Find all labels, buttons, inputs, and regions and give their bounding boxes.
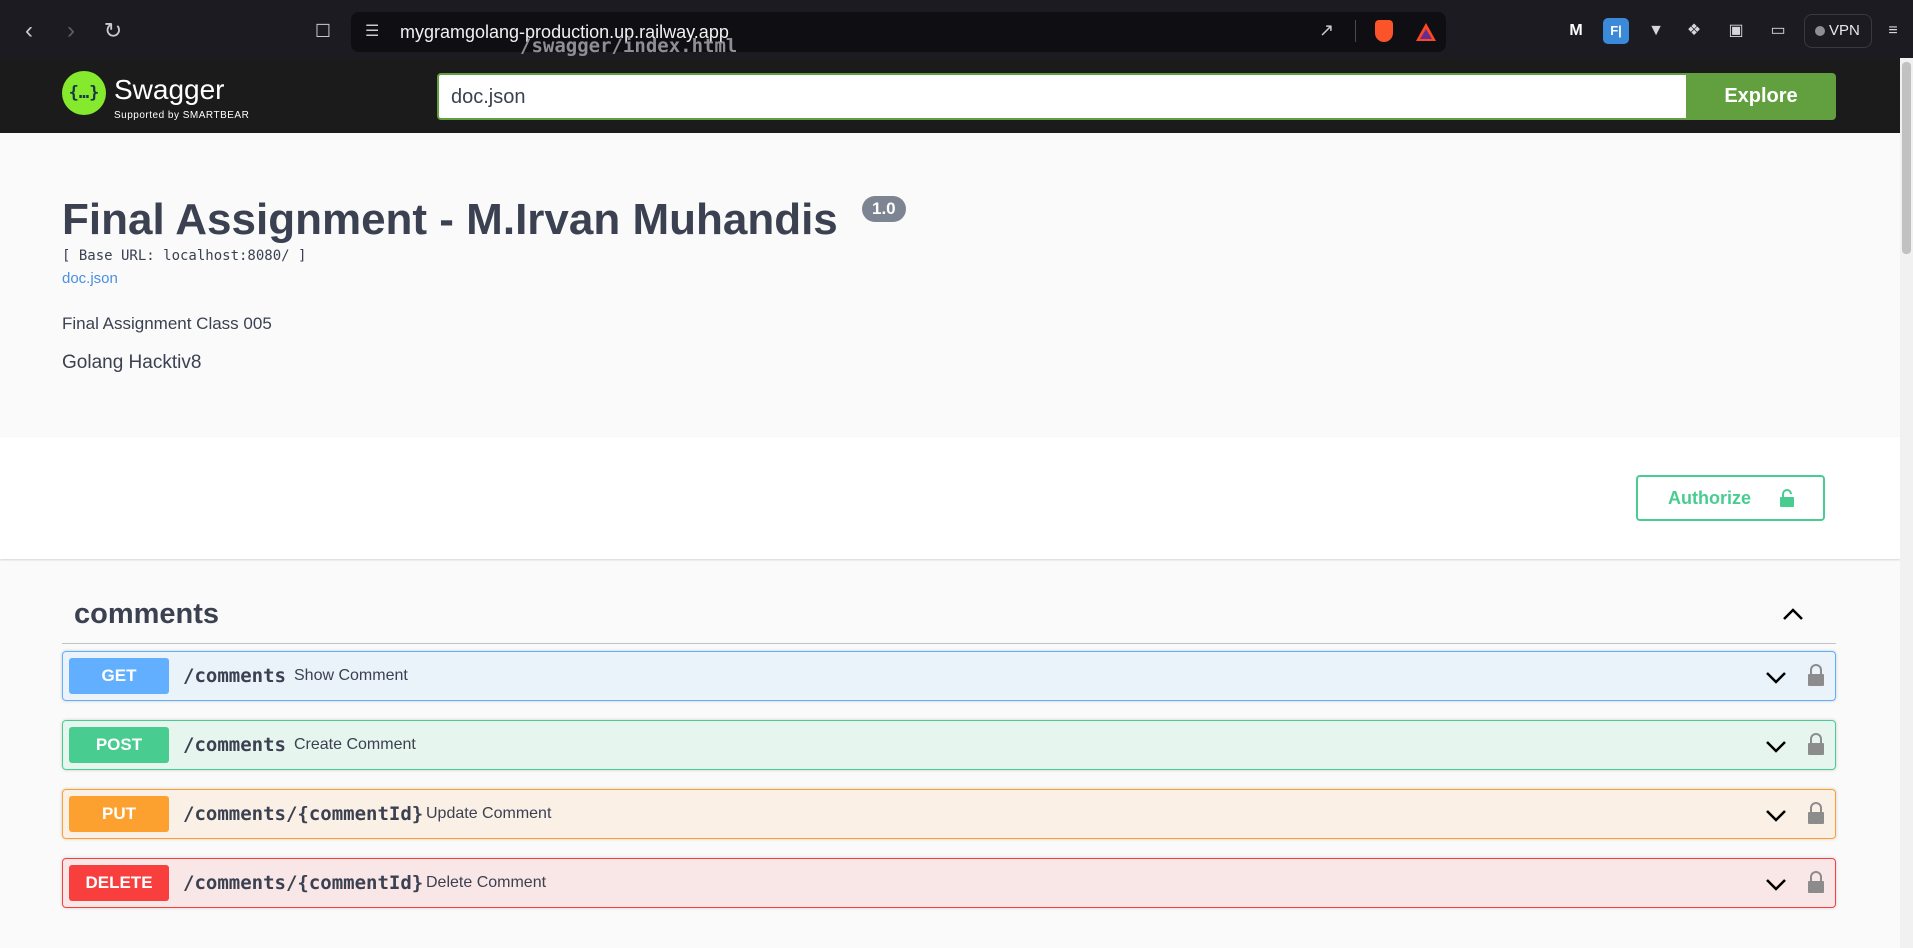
operation-path: /comments (183, 734, 286, 756)
api-title: Final Assignment - M.Irvan Muhandis (62, 195, 838, 244)
bookmark-icon[interactable]: ☐ (306, 14, 340, 48)
operation-delete-comment[interactable]: DELETE /comments/{commentId} Delete Comm… (62, 858, 1836, 908)
vue-devtools-icon[interactable]: ▼ (1643, 18, 1669, 44)
url-text[interactable]: mygramgolang-production.up.railway.app/s… (400, 22, 737, 57)
tag-section-comments: comments GET /comments Show Comment POST… (62, 584, 1836, 908)
api-description: Final Assignment Class 005 (62, 314, 272, 333)
operation-summary: Delete Comment (426, 874, 547, 891)
share-icon[interactable]: ↗ (1319, 20, 1334, 41)
brave-rewards-icon[interactable] (1415, 22, 1437, 42)
method-badge: POST (69, 727, 169, 763)
base-url: [ Base URL: localhost:8080/ ] (62, 248, 307, 264)
method-badge: DELETE (69, 865, 169, 901)
lock-icon[interactable] (1807, 732, 1825, 756)
chevron-down-icon[interactable] (1765, 873, 1787, 895)
extensions-icon[interactable]: ❖ (1681, 18, 1707, 44)
wallet-icon[interactable]: ▭ (1765, 18, 1791, 44)
address-bar[interactable]: ☰ mygramgolang-production.up.railway.app… (351, 12, 1446, 57)
operation-put-comment[interactable]: PUT /comments/{commentId} Update Comment (62, 789, 1836, 839)
operation-post-comments[interactable]: POST /comments Create Comment (62, 720, 1836, 770)
logo-subtitle: Supported by SMARTBEAR (114, 110, 250, 121)
spec-url-input[interactable]: doc.json (437, 73, 1688, 120)
authorize-label: Authorize (1668, 488, 1751, 508)
unlock-icon (1780, 489, 1794, 507)
operation-summary: Create Comment (294, 736, 416, 753)
lock-icon[interactable] (1807, 870, 1825, 894)
reload-icon[interactable]: ↻ (96, 14, 130, 48)
version-badge: 1.0 (862, 196, 906, 222)
chevron-up-icon[interactable] (1782, 604, 1804, 626)
operation-summary: Update Comment (426, 805, 552, 822)
forward-icon[interactable]: › (54, 14, 88, 48)
operation-get-comments[interactable]: GET /comments Show Comment (62, 651, 1836, 701)
api-description-secondary: Golang Hacktiv8 (62, 352, 202, 373)
brave-shields-icon[interactable] (1375, 20, 1393, 42)
method-badge: GET (69, 658, 169, 694)
menu-icon[interactable]: ≡ (1880, 18, 1906, 44)
site-settings-icon[interactable]: ☰ (365, 21, 385, 41)
url-path: /swagger/index.html (520, 35, 738, 57)
api-info: Final Assignment - M.Irvan Muhandis 1.0 … (0, 133, 1900, 437)
explore-button[interactable]: Explore (1686, 73, 1836, 120)
back-icon[interactable]: ‹ (12, 14, 46, 48)
page-scrollbar[interactable] (1900, 58, 1913, 948)
scrollbar-thumb[interactable] (1902, 62, 1911, 254)
lock-icon[interactable] (1807, 663, 1825, 687)
lock-icon[interactable] (1807, 801, 1825, 825)
tag-header[interactable]: comments (62, 584, 1836, 644)
operation-path: /comments/{commentId} (183, 803, 424, 825)
authorize-button[interactable]: Authorize (1636, 475, 1825, 521)
doc-json-link[interactable]: doc.json (62, 270, 118, 287)
chevron-down-icon[interactable] (1765, 666, 1787, 688)
operation-path: /comments/{commentId} (183, 872, 424, 894)
sidebar-icon[interactable]: ▣ (1723, 18, 1749, 44)
browser-toolbar: ‹ › ↻ ☐ ☰ mygramgolang-production.up.rai… (0, 0, 1913, 58)
scheme-container: Authorize (0, 437, 1900, 559)
chevron-down-icon[interactable] (1765, 735, 1787, 757)
swagger-logo-icon[interactable]: {…} (62, 71, 106, 115)
swagger-topbar: {…} Swagger Supported by SMARTBEAR doc.j… (0, 58, 1900, 133)
divider (1355, 20, 1356, 42)
logo-text: Swagger (114, 74, 225, 105)
vpn-button[interactable]: VPN (1804, 14, 1872, 48)
method-badge: PUT (69, 796, 169, 832)
operation-path: /comments (183, 665, 286, 687)
operation-summary: Show Comment (294, 667, 408, 684)
fi-extension-icon[interactable]: F| (1603, 18, 1629, 44)
tag-name: comments (74, 598, 220, 630)
malwarebytes-extension-icon[interactable]: M (1563, 18, 1589, 44)
chevron-down-icon[interactable] (1765, 804, 1787, 826)
